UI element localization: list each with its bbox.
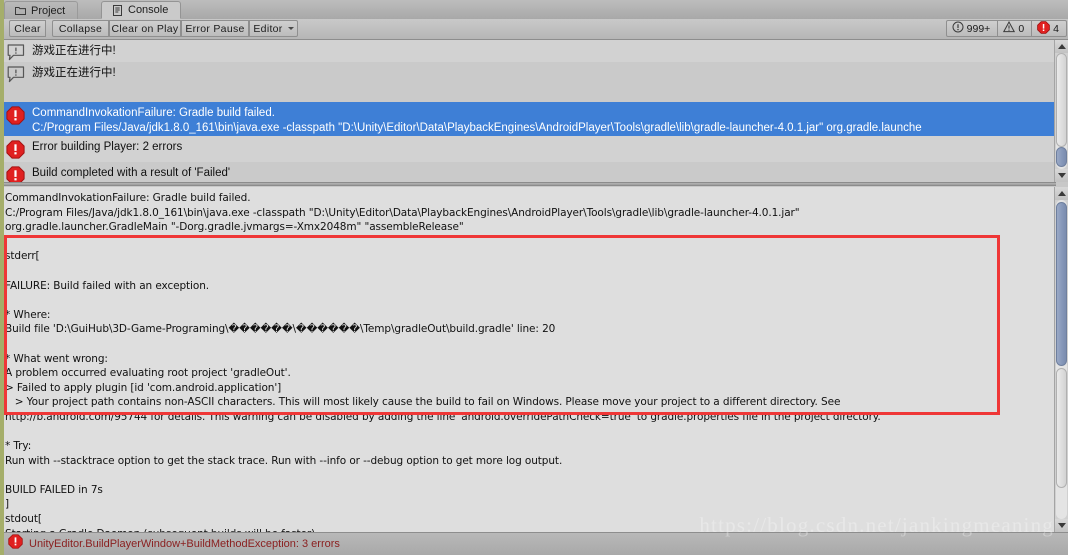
scroll-up-arrow[interactable] (1055, 40, 1068, 53)
message-counters: 999+ 0 4 (945, 20, 1067, 37)
detail-line-blank (2, 235, 1056, 250)
detail-line: > Your project path contains non-ASCII c… (5, 396, 841, 409)
warning-counter[interactable]: 0 (998, 20, 1033, 37)
detail-line: FAILURE: Build failed with an exception. (5, 279, 209, 292)
detail-line-blank (2, 293, 1056, 308)
tab-project-label: Project (31, 4, 66, 17)
console-icon (112, 4, 123, 16)
collapse-button[interactable]: Collapse (52, 20, 109, 37)
editor-dropdown[interactable]: Editor (249, 20, 298, 37)
list-item-line2: C:/Program Files/Java/jdk1.8.0_161\bin\j… (32, 122, 922, 134)
detail-line: A problem occurred evaluating root proje… (5, 367, 291, 380)
detail-line-blank (2, 337, 1056, 352)
list-item[interactable]: 游戏正在进行中! (2, 62, 1056, 102)
clear-button[interactable]: Clear (9, 20, 46, 37)
warning-count: 0 (1018, 22, 1025, 35)
detail-scrollbar[interactable] (1054, 187, 1068, 532)
scroll-down-arrow[interactable] (1055, 169, 1068, 182)
console-message-list[interactable]: 游戏正在进行中! 游戏正在进行中! CommandInvokationFailu… (2, 40, 1056, 182)
detail-scroll-lower-track[interactable] (1056, 368, 1067, 488)
detail-line: Run with --stacktrace option to get the … (5, 454, 563, 467)
detail-line: http://b.android.com/95744 for details. … (5, 410, 881, 423)
info-icon (952, 21, 964, 36)
info-icon (6, 62, 32, 88)
list-scroll-grip[interactable] (1056, 147, 1067, 167)
chevron-down-icon (287, 27, 294, 30)
console-toolbar: Clear Collapse Clear on Play Error Pause… (2, 19, 1068, 40)
error-icon (6, 136, 32, 162)
status-bar-message: UnityEditor.BuildPlayerWindow+BuildMetho… (29, 538, 340, 550)
detail-line: stdout[ (5, 513, 42, 526)
tab-project[interactable]: Project (4, 1, 79, 19)
detail-line: stderr[ (5, 250, 40, 263)
error-icon (8, 534, 23, 554)
info-count: 999+ (966, 22, 991, 35)
warning-icon (1003, 20, 1016, 36)
detail-line: BUILD FAILED in 7s (5, 483, 103, 496)
detail-line: > Failed to apply plugin [id 'com.androi… (5, 381, 282, 394)
detail-line: ] (5, 498, 9, 511)
list-item[interactable]: Error building Player: 2 errors (2, 136, 1056, 162)
info-counter[interactable]: 999+ (945, 20, 999, 37)
list-scroll-thumb[interactable] (1056, 53, 1067, 147)
error-icon (6, 102, 32, 130)
detail-line: * What went wrong: (5, 352, 108, 365)
list-item-text: 游戏正在进行中! (32, 67, 116, 79)
info-icon (6, 40, 32, 62)
detail-line: C:/Program Files/Java/jdk1.8.0_161\bin\j… (5, 206, 800, 219)
tab-console[interactable]: Console (101, 1, 182, 19)
list-item-text: 游戏正在进行中! (32, 45, 116, 57)
detail-line: Build file 'D:\GuiHub\3D-Game-Programing… (5, 323, 556, 336)
detail-scroll-track[interactable] (1056, 200, 1067, 519)
error-count: 4 (1053, 22, 1059, 35)
detail-line: CommandInvokationFailure: Gradle build f… (5, 192, 251, 204)
detail-line-blank (2, 264, 1056, 279)
console-detail-pane[interactable]: CommandInvokationFailure: Gradle build f… (2, 187, 1056, 532)
list-item-selected[interactable]: CommandInvokationFailure: Gradle build f… (2, 102, 1056, 136)
window-accent-edge (2, 0, 4, 555)
scroll-down-arrow[interactable] (1055, 519, 1068, 532)
unity-console-window: Project Console Clear Collapse Clear on … (0, 0, 1068, 555)
detail-line: org.gradle.launcher.GradleMain "-Dorg.gr… (5, 221, 464, 234)
list-item-text: CommandInvokationFailure: Gradle build f… (32, 102, 1056, 136)
error-pause-button[interactable]: Error Pause (181, 20, 249, 37)
editor-dropdown-label: Editor (253, 22, 283, 35)
error-counter[interactable]: 4 (1032, 20, 1067, 37)
list-scrollbar[interactable] (1054, 40, 1068, 182)
pane-splitter[interactable] (2, 182, 1056, 186)
error-icon (6, 162, 32, 182)
folder-icon (15, 5, 26, 16)
error-icon (1037, 20, 1050, 37)
status-bar[interactable]: UnityEditor.BuildPlayerWindow+BuildMetho… (2, 532, 1068, 555)
tab-console-label: Console (128, 4, 169, 16)
scroll-up-arrow[interactable] (1055, 187, 1068, 200)
tab-bar: Project Console (2, 0, 1068, 20)
detail-scroll-thumb[interactable] (1056, 202, 1067, 366)
list-item-line1: CommandInvokationFailure: Gradle build f… (32, 107, 275, 119)
list-item-text: Error building Player: 2 errors (32, 141, 183, 153)
detail-line: * Where: (5, 308, 51, 321)
list-item-text: Build completed with a result of 'Failed… (32, 167, 231, 179)
clear-on-play-button[interactable]: Clear on Play (109, 20, 181, 37)
list-scroll-track[interactable] (1056, 53, 1067, 169)
detail-line: * Try: (5, 440, 32, 453)
detail-line-blank (2, 468, 1056, 483)
list-item[interactable]: Build completed with a result of 'Failed… (2, 162, 1056, 182)
detail-line-blank (2, 425, 1056, 440)
list-item[interactable]: 游戏正在进行中! (2, 40, 1056, 62)
